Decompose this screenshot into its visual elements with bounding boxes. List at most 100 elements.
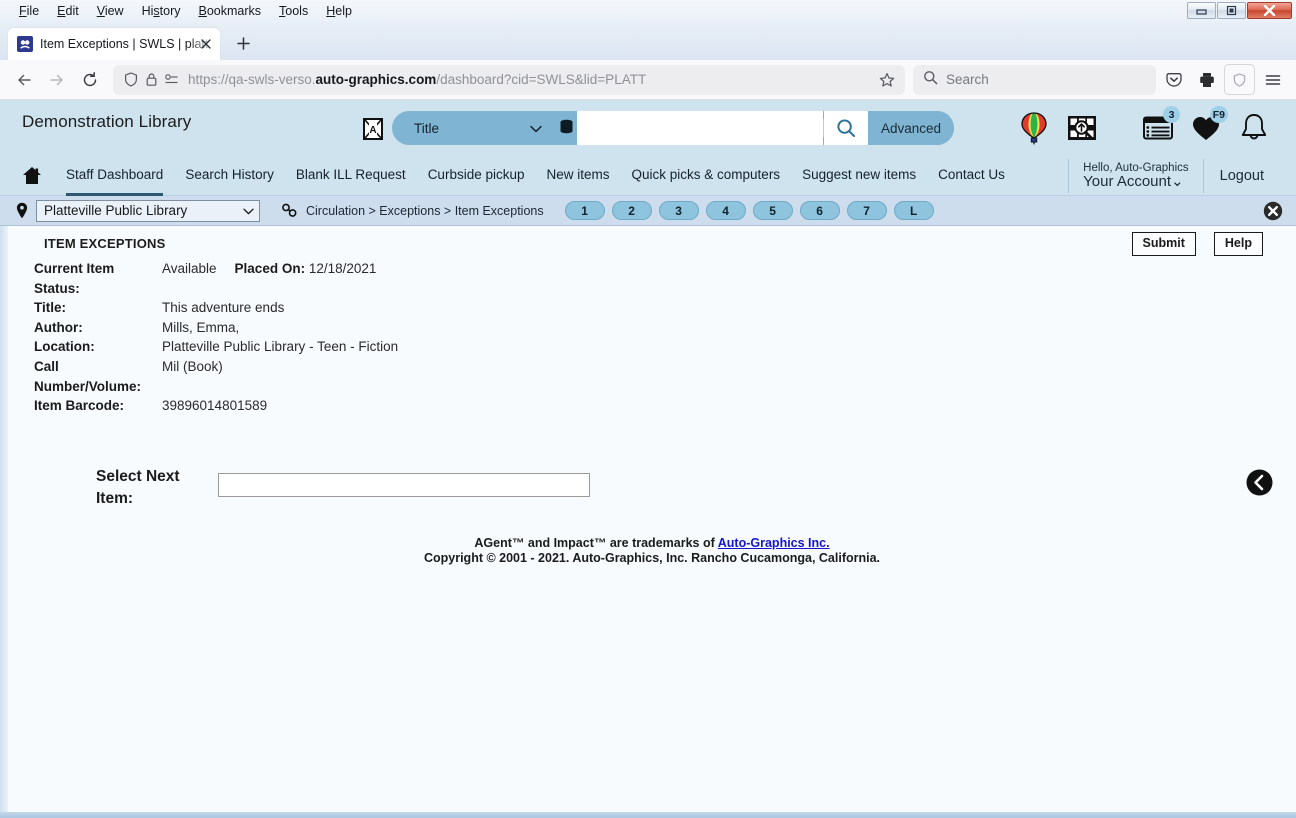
reload-icon[interactable] <box>74 64 105 95</box>
field-value: This adventure ends <box>162 300 285 316</box>
select-next-item-input[interactable] <box>218 473 590 497</box>
search-type-value: Title <box>414 120 440 136</box>
pill-6[interactable]: 6 <box>799 201 840 220</box>
menu-view[interactable]: View <box>88 2 133 20</box>
nav-link-suggest-new-items[interactable]: Suggest new items <box>802 167 916 184</box>
menu-tools[interactable]: Tools <box>270 2 317 20</box>
your-account-button[interactable]: Hello, Auto-Graphics Your Account⌄ <box>1069 162 1202 190</box>
nav-link-quick-picks[interactable]: Quick picks & computers <box>632 167 781 184</box>
app-header: Demonstration Library A Title Advanced 3… <box>0 100 1296 156</box>
browser-toolbar: https://qa-swls-verso.auto-graphics.com/… <box>0 60 1296 100</box>
pill-4[interactable]: 4 <box>705 201 746 220</box>
select-next-item-label: Select Next Item: <box>96 468 180 507</box>
translate-icon[interactable]: A <box>362 117 384 146</box>
my-lists-icon[interactable]: 3 <box>1140 106 1180 148</box>
balloon-icon[interactable] <box>1016 108 1052 148</box>
container-shield-icon[interactable] <box>1224 64 1255 95</box>
pocket-icon[interactable] <box>1158 64 1189 95</box>
left-rail <box>0 226 8 812</box>
field-call-number: Call Number/Volume: Mil (Book) <box>34 357 734 396</box>
browser-tab[interactable]: Item Exceptions | SWLS | platt | A <box>8 28 220 60</box>
footer-line-1: AGent™ and Impact™ are trademarks of Aut… <box>474 536 830 550</box>
pill-2[interactable]: 2 <box>611 201 652 220</box>
menu-file[interactable]: FFileile <box>10 2 48 20</box>
catalog-search-bar: Title Advanced <box>392 111 954 145</box>
field-location: Location: Platteville Public Library - T… <box>34 337 734 357</box>
breadcrumb-bar: Platteville Public Library Circulation >… <box>0 196 1296 226</box>
verso-favicon-icon <box>17 36 33 52</box>
item-detail-fields: Current Item Status: Available Placed On:… <box>34 259 734 416</box>
nav-link-staff-dashboard[interactable]: Staff Dashboard <box>66 167 164 196</box>
home-icon[interactable] <box>20 166 44 185</box>
field-current-item-status: Current Item Status: Available Placed On:… <box>34 259 734 298</box>
account-area: Hello, Auto-Graphics Your Account⌄ Logou… <box>1068 156 1272 196</box>
search-type-select[interactable]: Title <box>392 111 555 145</box>
field-title: Title: This adventure ends <box>34 298 734 318</box>
nav-link-contact-us[interactable]: Contact Us <box>938 167 1005 184</box>
notifications-bell-icon[interactable] <box>1236 108 1272 148</box>
menu-edit[interactable]: Edit <box>48 2 88 20</box>
chevron-down-icon <box>530 121 542 136</box>
browser-search-bar[interactable]: Search <box>913 64 1156 95</box>
browser-search-placeholder: Search <box>946 72 989 87</box>
search-input[interactable] <box>577 111 823 145</box>
link-chain-icon <box>280 203 298 218</box>
menu-history[interactable]: History <box>133 2 190 20</box>
bookmark-star-icon[interactable] <box>877 70 897 90</box>
field-value: Mills, Emma, <box>162 319 240 335</box>
advanced-search-button[interactable]: Advanced <box>868 111 954 145</box>
help-button[interactable]: Help <box>1213 232 1263 256</box>
field-value: Platteville Public Library - Teen - Fict… <box>162 339 399 355</box>
pill-5[interactable]: 5 <box>752 201 793 220</box>
tab-title: Item Exceptions | SWLS | platt | A <box>40 37 214 51</box>
field-label: Current Item Status: <box>34 261 115 296</box>
pill-3[interactable]: 3 <box>658 201 699 220</box>
print-icon[interactable] <box>1191 64 1222 95</box>
placed-on-value: 12/18/2021 <box>308 261 377 276</box>
nav-link-blank-ill-request[interactable]: Blank ILL Request <box>296 167 406 184</box>
field-author: Author: Mills, Emma, <box>34 318 734 338</box>
restore-button[interactable] <box>1217 2 1246 19</box>
url-text: https://qa-swls-verso.auto-graphics.com/… <box>188 72 647 87</box>
permissions-icon[interactable] <box>161 70 181 90</box>
page-actions: Submit Help <box>1131 232 1263 256</box>
window-controls <box>1187 2 1292 19</box>
app-menu-icon[interactable] <box>1257 64 1288 95</box>
pill-1[interactable]: 1 <box>564 201 605 220</box>
shield-icon <box>121 70 141 90</box>
database-icon[interactable] <box>555 119 577 137</box>
field-label: Location: <box>34 339 95 355</box>
main-nav: Staff Dashboard Search History Blank ILL… <box>0 156 1296 196</box>
chevron-down-icon <box>243 203 254 218</box>
submit-button[interactable]: Submit <box>1131 232 1196 256</box>
field-value: 39896014801589 <box>162 398 268 414</box>
nav-link-new-items[interactable]: New items <box>547 167 610 184</box>
breadcrumb-text[interactable]: Circulation > Exceptions > Item Exceptio… <box>306 204 544 218</box>
library-select[interactable]: Platteville Public Library <box>36 199 260 222</box>
new-tab-button[interactable] <box>232 32 254 54</box>
field-label: Title: <box>34 300 67 316</box>
account-name: Your Account⌄ <box>1083 173 1184 191</box>
pill-7[interactable]: 7 <box>846 201 887 220</box>
forward-nav-icon[interactable] <box>41 64 72 95</box>
nav-link-search-history[interactable]: Search History <box>185 167 274 184</box>
search-icon <box>923 70 938 90</box>
close-button[interactable] <box>1247 2 1292 19</box>
pill-l[interactable]: L <box>893 201 934 220</box>
tab-close-icon[interactable] <box>198 36 214 52</box>
back-nav-icon[interactable] <box>8 64 39 95</box>
nav-link-curbside-pickup[interactable]: Curbside pickup <box>428 167 525 184</box>
menu-help[interactable]: Help <box>317 2 361 20</box>
menu-bookmarks[interactable]: Bookmarks <box>190 2 271 20</box>
footer-line-2: Copyright © 2001 - 2021. Auto-Graphics, … <box>423 551 881 565</box>
close-circle-icon[interactable] <box>1263 201 1283 226</box>
tab-strip: Item Exceptions | SWLS | platt | A <box>0 22 1296 60</box>
logout-button[interactable]: Logout <box>1204 168 1272 184</box>
auto-graphics-link[interactable]: Auto-Graphics Inc. <box>718 536 830 550</box>
search-submit-icon[interactable] <box>824 111 868 145</box>
favorites-heart-icon[interactable]: F9 <box>1188 106 1228 148</box>
back-circle-icon[interactable] <box>1246 469 1273 501</box>
explore-search-icon[interactable] <box>1064 108 1100 148</box>
minimize-button[interactable] <box>1187 2 1216 19</box>
url-bar[interactable]: https://qa-swls-verso.auto-graphics.com/… <box>113 64 905 95</box>
